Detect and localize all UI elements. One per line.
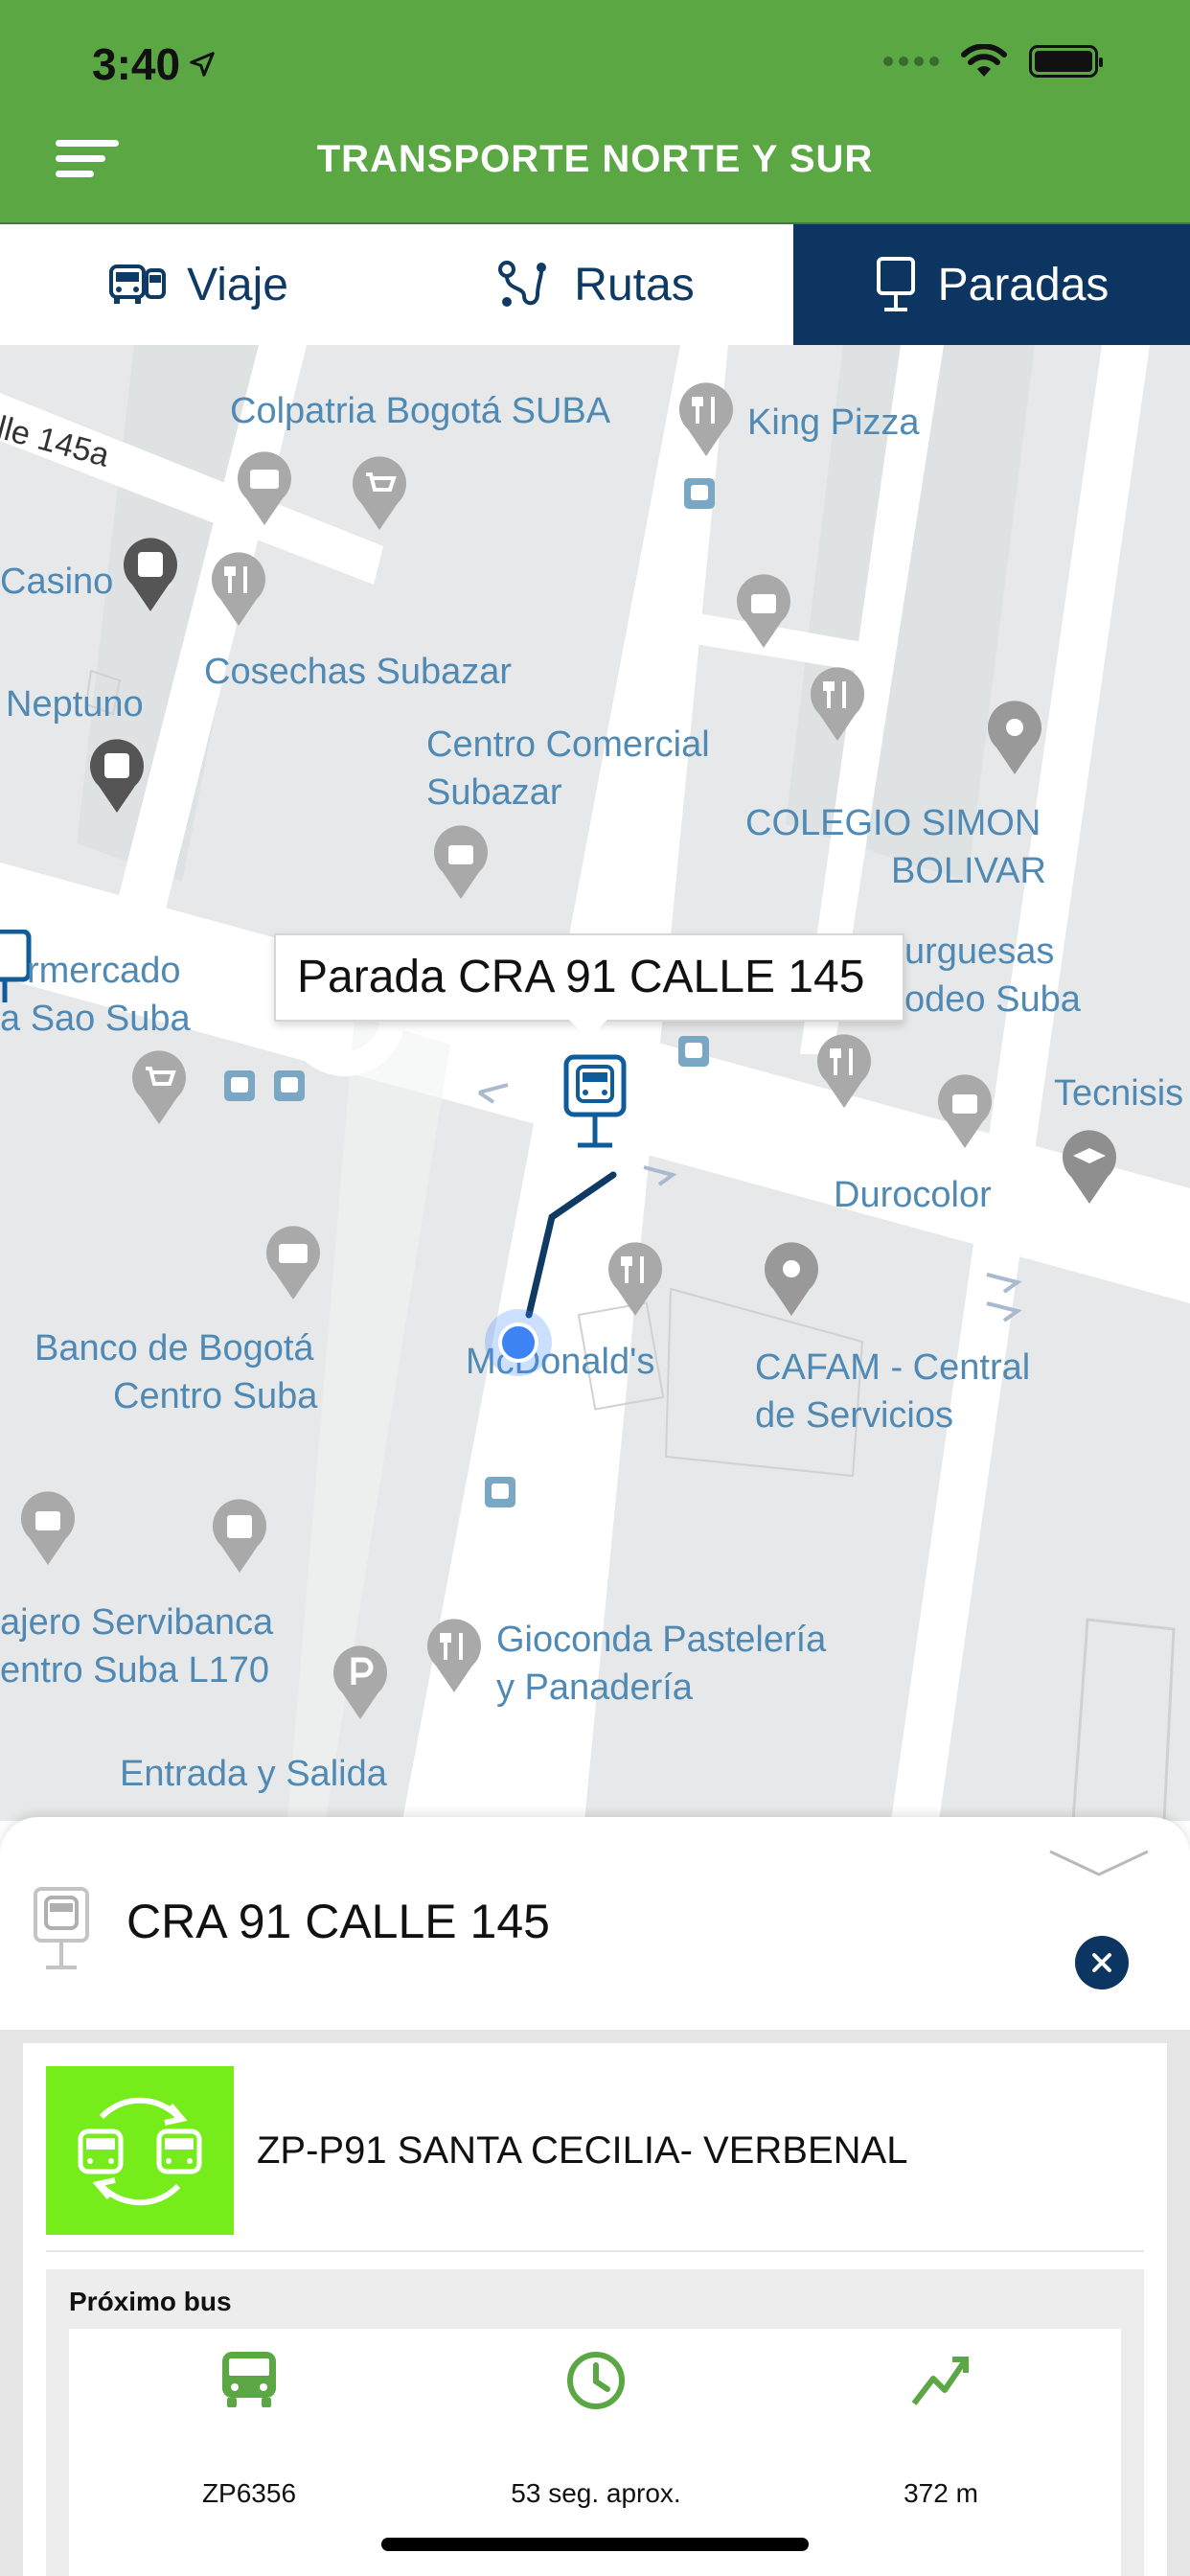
eta: 53 seg. aprox.	[511, 2478, 681, 2508]
map-label: Centro Comercial	[426, 724, 710, 765]
shopping-cart-icon[interactable]	[129, 1049, 189, 1126]
map-label: Cosechas Subazar	[204, 652, 513, 692]
map-view[interactable]: lle 145a Colpatria Bogotá SUBA King Pizz…	[0, 345, 1190, 1821]
app-header: 3:40 TRANSPORTE NORTE Y SUR	[0, 0, 1190, 222]
current-location-dot	[485, 1309, 552, 1376]
map-label: de Servicios	[755, 1395, 953, 1436]
wifi-icon	[961, 44, 1007, 77]
map-label: Colpatria Bogotá SUBA	[230, 391, 611, 431]
route-card[interactable]: ZP-P91 SANTA CECILIA- VERBENAL Próximo b…	[23, 2043, 1167, 2576]
bus-id-column: ZP6356	[86, 2329, 412, 2576]
map-label: odeo Suba	[904, 979, 1081, 1020]
selected-bus-stop-marker[interactable]	[563, 1054, 627, 1150]
next-bus-section: Próximo bus ZP6356 53 seg. aprox. 372 m	[46, 2269, 1144, 2576]
stop-name: CRA 91 CALLE 145	[126, 1895, 550, 1948]
map-label: Entrada y Salida	[120, 1754, 387, 1794]
map-label: y Panadería	[496, 1668, 693, 1708]
stop-sign-icon	[876, 257, 915, 311]
status-bar-indicators	[883, 44, 1103, 79]
atm-icon[interactable]	[235, 450, 294, 527]
atm-icon[interactable]	[263, 1225, 323, 1301]
chevron-down-icon[interactable]	[1046, 1846, 1152, 1884]
stop-detail-sheet: CRA 91 CALLE 145 ZP-P91 SANTA CECILIA- V…	[0, 1817, 1190, 2576]
status-bar-time: 3:40	[92, 38, 217, 90]
location-arrow-icon	[190, 52, 215, 77]
parking-icon[interactable]	[331, 1644, 390, 1721]
map-label: Casino	[0, 562, 114, 602]
map-label: entro Suba L170	[0, 1650, 270, 1690]
tab-rutas[interactable]: Rutas	[397, 224, 793, 345]
map-label: a Sao Suba	[0, 999, 191, 1039]
stop-callout[interactable]: Parada CRA 91 CALLE 145	[274, 933, 905, 1039]
bus-stop-icon	[34, 1887, 89, 1969]
casino-icon[interactable]	[121, 537, 180, 613]
tab-paradas[interactable]: Paradas	[793, 224, 1190, 345]
shopping-cart-icon[interactable]	[350, 455, 409, 532]
route-name: ZP-P91 SANTA CECILIA- VERBENAL	[257, 2129, 908, 2172]
map-pin-icon[interactable]	[985, 700, 1044, 776]
shopping-bag-icon[interactable]	[431, 824, 491, 901]
map-label: ajero Servibanca	[0, 1602, 274, 1643]
map-label: rmercado	[27, 951, 181, 991]
route-loop-bus-icon	[78, 2097, 202, 2206]
bus-icon	[222, 2352, 276, 2407]
bus-icon	[109, 264, 167, 304]
battery-icon	[1029, 45, 1103, 78]
casino-icon[interactable]	[87, 738, 147, 815]
map-label: COLEGIO SIMON	[745, 803, 1041, 843]
bus-stop-small-icon[interactable]	[273, 1070, 306, 1102]
close-button[interactable]	[1075, 1936, 1129, 1990]
restaurant-icon[interactable]	[209, 551, 268, 628]
map-label: Gioconda Pastelería	[496, 1620, 827, 1660]
distance: 372 m	[904, 2478, 978, 2508]
shopping-bag-icon[interactable]	[935, 1073, 995, 1150]
tab-viaje[interactable]: Viaje	[0, 224, 397, 345]
app-title: TRANSPORTE NORTE Y SUR	[316, 138, 874, 180]
distance-column: 372 m	[778, 2329, 1104, 2576]
map-label: CAFAM - Central	[755, 1347, 1031, 1388]
map-label: Subazar	[426, 772, 562, 813]
atm-icon[interactable]	[210, 1498, 269, 1575]
shopping-bag-icon[interactable]	[734, 573, 793, 650]
map-label: Tecnisis	[1054, 1073, 1184, 1114]
school-icon[interactable]	[1060, 1129, 1119, 1206]
map-label: Durocolor	[834, 1175, 992, 1215]
route-badge	[46, 2066, 234, 2235]
distance-trend-icon	[911, 2357, 969, 2405]
map-label: BOLIVAR	[891, 851, 1046, 891]
bus-stop-small-icon[interactable]	[223, 1070, 256, 1102]
shopping-bag-icon[interactable]	[18, 1490, 78, 1567]
home-indicator[interactable]	[381, 2538, 809, 2551]
map-label: Neptuno	[6, 684, 144, 724]
tab-bar: Viaje Rutas Paradas	[0, 222, 1190, 345]
restaurant-icon[interactable]	[424, 1618, 484, 1694]
divider	[46, 2250, 1144, 2252]
clock-icon	[567, 2352, 625, 2409]
bus-stop-small-icon[interactable]	[677, 1035, 710, 1068]
restaurant-icon[interactable]	[808, 666, 867, 743]
restaurant-icon[interactable]	[814, 1033, 874, 1110]
map-pin-icon[interactable]	[762, 1241, 821, 1318]
route-icon	[498, 261, 547, 307]
bus-stop-small-icon[interactable]	[683, 477, 716, 510]
restaurant-icon[interactable]	[606, 1241, 665, 1318]
close-icon	[1092, 1953, 1111, 1972]
bus-id: ZP6356	[201, 2478, 297, 2508]
restaurant-icon[interactable]	[676, 381, 736, 458]
map-label: urguesas	[904, 932, 1055, 972]
sheet-body: ZP-P91 SANTA CECILIA- VERBENAL Próximo b…	[0, 2030, 1190, 2576]
map-label: King Pizza	[747, 402, 920, 443]
next-bus-title: Próximo bus	[69, 2287, 232, 2316]
bus-stop-small-icon[interactable]	[484, 1476, 516, 1508]
map-label: Banco de Bogotá	[34, 1328, 314, 1368]
cellular-signal-icon	[883, 57, 939, 66]
map-label: Centro Suba	[113, 1376, 318, 1416]
